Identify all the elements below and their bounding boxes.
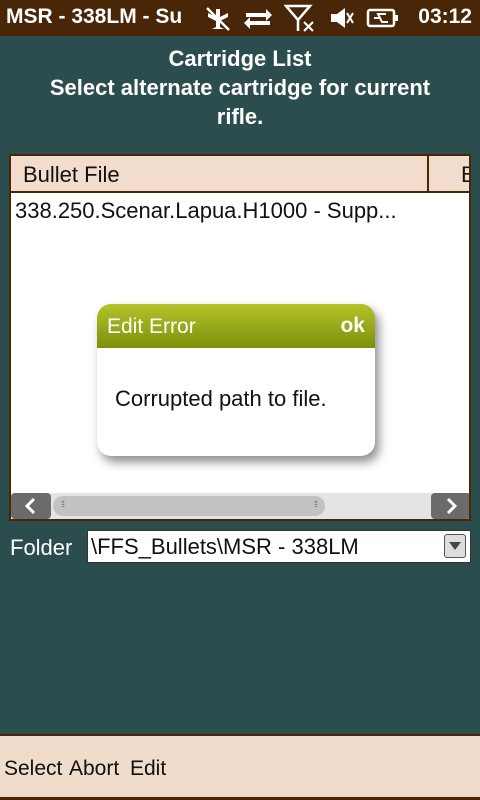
column-divider[interactable] <box>427 156 429 193</box>
page-title: Cartridge List <box>168 46 312 71</box>
dialog-message: Corrupted path to file. <box>115 386 327 411</box>
battery-charging-icon <box>365 4 401 32</box>
scrollbar-thumb[interactable]: ⁞⁞ ⁞⁞ <box>53 496 325 516</box>
column-header-bullet-file[interactable]: Bullet File <box>23 162 120 188</box>
data-sync-icon <box>241 4 275 32</box>
window-title: MSR - 338LM - Su <box>6 5 183 28</box>
column-header-second[interactable]: B <box>461 162 469 188</box>
dialog-title: Edit Error <box>107 315 196 338</box>
page-subtitle-line2: rifle. <box>216 104 264 129</box>
error-dialog: Edit Error ok Corrupted path to file. <box>97 304 375 456</box>
horizontal-scrollbar[interactable]: ⁞⁞ ⁞⁞ <box>11 493 469 519</box>
page-header: Cartridge List Select alternate cartridg… <box>0 44 480 131</box>
edit-menu-item[interactable]: Edit <box>130 757 166 781</box>
chevron-down-icon[interactable] <box>444 534 466 558</box>
scroll-left-arrow-icon[interactable] <box>11 493 51 519</box>
grip-icon: ⁞⁞ <box>313 499 318 509</box>
airplane-mode-icon <box>203 4 233 32</box>
folder-label: Folder <box>10 535 73 560</box>
scroll-right-arrow-icon[interactable] <box>431 493 469 519</box>
status-bar: MSR - 338LM - Su 03:12 <box>0 0 480 36</box>
folder-dropdown[interactable]: \FFS_Bullets\MSR - 338LM <box>87 530 471 563</box>
list-header: Bullet File B <box>11 156 469 193</box>
abort-menu-item[interactable]: Abort <box>69 757 119 781</box>
folder-value: \FFS_Bullets\MSR - 338LM <box>91 534 359 559</box>
clock: 03:12 <box>418 5 472 28</box>
dialog-header: Edit Error ok <box>97 304 375 348</box>
select-menu-item[interactable]: Select <box>4 757 62 781</box>
menu-bar: Select Abort Edit <box>0 734 480 800</box>
list-item[interactable]: 338.250.Scenar.Lapua.H1000 - Supp... <box>15 198 397 224</box>
no-signal-icon <box>283 4 317 32</box>
grip-icon: ⁞⁞ <box>61 499 65 509</box>
ok-button[interactable]: ok <box>340 314 365 338</box>
page-subtitle-line1: Select alternate cartridge for current <box>49 75 431 100</box>
speaker-muted-icon <box>326 4 356 32</box>
